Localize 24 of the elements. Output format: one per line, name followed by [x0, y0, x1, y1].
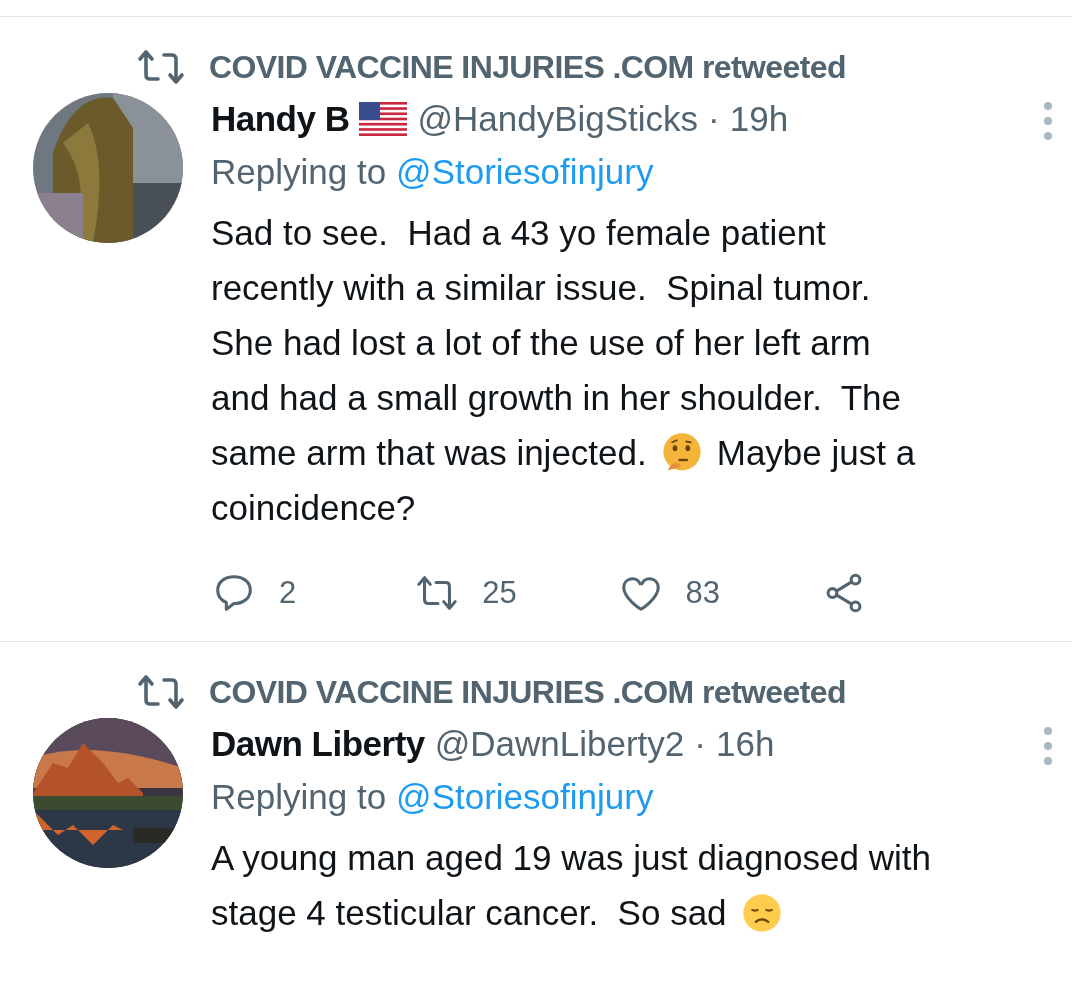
separator-dot: · — [694, 724, 706, 764]
author-name: Dawn Liberty — [211, 724, 425, 764]
retweeted-by-label: COVID VACCINE INJURIES .COM retweeted — [209, 673, 846, 711]
retweet-button[interactable]: 25 — [414, 570, 618, 616]
tweet-text: stage 4 testicular cancer. So sad — [211, 892, 727, 933]
retweeted-by-label: COVID VACCINE INJURIES .COM retweeted — [209, 48, 846, 86]
tweet-text: Sad to see. Had a 43 yo female patient — [211, 212, 826, 253]
tweet-text: Maybe just a — [716, 432, 916, 473]
tweet-text: recently with a similar issue. Spinal tumor. — [211, 267, 871, 308]
author-handle: @HandyBigSticks — [417, 99, 699, 139]
tweet-text: She had lost a lot of the use of her left arm — [211, 322, 871, 363]
timestamp: 16h — [715, 724, 775, 764]
tweet-text: A young man aged 19 was just diagnosed with — [211, 837, 931, 878]
replying-to-label: Replying to — [211, 777, 387, 817]
tweet-text: and had a small growth in her shoulder. The — [211, 377, 902, 418]
timestamp: 19h — [729, 99, 789, 139]
author-name: Handy B — [211, 99, 350, 139]
replying-to-label: Replying to — [211, 152, 387, 192]
like-button[interactable]: 83 — [617, 570, 821, 616]
separator-dot: · — [708, 99, 720, 139]
tweet-text: same arm that was injected. — [211, 432, 647, 473]
author-handle: @DawnLiberty2 — [434, 724, 685, 764]
tweet-text: coincidence? — [211, 487, 416, 528]
reply-button[interactable]: 2 — [211, 570, 415, 616]
